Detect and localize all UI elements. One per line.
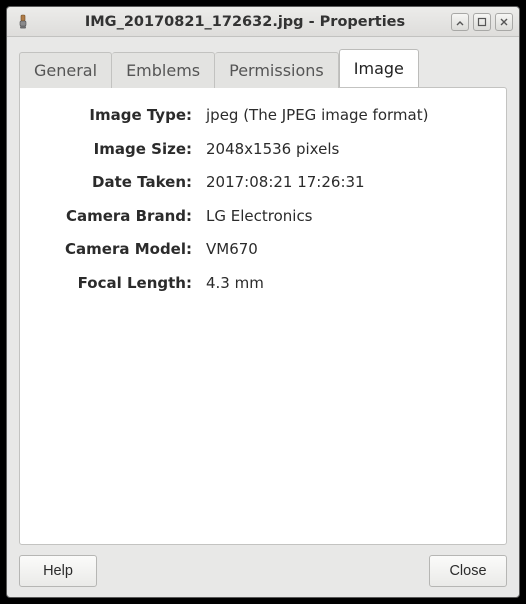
label-focal-length: Focal Length: — [42, 274, 192, 294]
tab-permissions[interactable]: Permissions — [215, 52, 339, 88]
value-focal-length: 4.3 mm — [206, 274, 484, 294]
value-image-size: 2048x1536 pixels — [206, 140, 484, 160]
dialog-footer: Help Close — [19, 545, 507, 587]
close-dialog-button[interactable]: Close — [429, 555, 507, 587]
window-controls — [451, 13, 513, 31]
tab-strip: General Emblems Permissions Image — [19, 49, 507, 87]
value-image-type: jpeg (The JPEG image format) — [206, 106, 484, 126]
property-list: Image Type: jpeg (The JPEG image format)… — [42, 106, 484, 293]
window-title: IMG_20170821_172632.jpg - Properties — [39, 14, 451, 30]
label-image-type: Image Type: — [42, 106, 192, 126]
notebook: General Emblems Permissions Image Image … — [19, 49, 507, 545]
window-body: General Emblems Permissions Image Image … — [7, 37, 519, 597]
value-date-taken: 2017:08:21 17:26:31 — [206, 173, 484, 193]
tab-general[interactable]: General — [19, 52, 112, 88]
value-camera-brand: LG Electronics — [206, 207, 484, 227]
tabpage-image: Image Type: jpeg (The JPEG image format)… — [19, 87, 507, 545]
minimize-button[interactable] — [451, 13, 469, 31]
label-image-size: Image Size: — [42, 140, 192, 160]
label-camera-brand: Camera Brand: — [42, 207, 192, 227]
close-button[interactable] — [495, 13, 513, 31]
maximize-button[interactable] — [473, 13, 491, 31]
help-button[interactable]: Help — [19, 555, 97, 587]
app-icon — [15, 14, 31, 30]
properties-window: IMG_20170821_172632.jpg - Properties Gen… — [6, 6, 520, 598]
tab-emblems[interactable]: Emblems — [112, 52, 215, 88]
label-date-taken: Date Taken: — [42, 173, 192, 193]
tab-image[interactable]: Image — [339, 49, 419, 87]
value-camera-model: VM670 — [206, 240, 484, 260]
titlebar: IMG_20170821_172632.jpg - Properties — [7, 7, 519, 37]
label-camera-model: Camera Model: — [42, 240, 192, 260]
